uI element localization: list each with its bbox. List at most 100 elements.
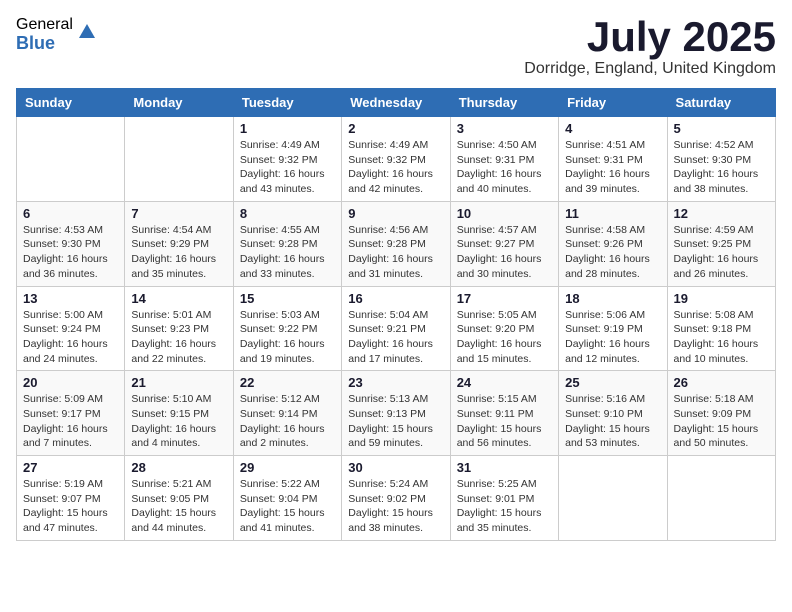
calendar-cell: 4 Sunrise: 4:51 AM Sunset: 9:31 PM Daylig…	[559, 117, 667, 202]
day-info: Sunrise: 4:49 AM Sunset: 9:32 PM Dayligh…	[240, 138, 335, 197]
day-info: Sunrise: 4:57 AM Sunset: 9:27 PM Dayligh…	[457, 223, 552, 282]
day-number: 7	[131, 206, 226, 221]
day-info: Sunrise: 5:12 AM Sunset: 9:14 PM Dayligh…	[240, 392, 335, 451]
calendar-cell: 22 Sunrise: 5:12 AM Sunset: 9:14 PM Dayli…	[233, 371, 341, 456]
day-info: Sunrise: 4:56 AM Sunset: 9:28 PM Dayligh…	[348, 223, 443, 282]
day-number: 22	[240, 375, 335, 390]
day-info: Sunrise: 5:00 AM Sunset: 9:24 PM Dayligh…	[23, 308, 118, 367]
calendar-cell: 28Sunrise: 5:21 AM Sunset: 9:05 PM Dayli…	[125, 456, 233, 541]
weekday-header-saturday: Saturday	[667, 89, 775, 117]
day-number: 15	[240, 291, 335, 306]
weekday-header-thursday: Thursday	[450, 89, 558, 117]
day-info: Sunrise: 4:58 AM Sunset: 9:26 PM Dayligh…	[565, 223, 660, 282]
day-number: 26	[674, 375, 769, 390]
day-number: 31	[457, 460, 552, 475]
day-number: 14	[131, 291, 226, 306]
day-info: Sunrise: 4:54 AM Sunset: 9:29 PM Dayligh…	[131, 223, 226, 282]
weekday-header-friday: Friday	[559, 89, 667, 117]
day-number: 27	[23, 460, 118, 475]
calendar-cell: 10Sunrise: 4:57 AM Sunset: 9:27 PM Dayli…	[450, 201, 558, 286]
day-info: Sunrise: 5:13 AM Sunset: 9:13 PM Dayligh…	[348, 392, 443, 451]
calendar-cell: 20Sunrise: 5:09 AM Sunset: 9:17 PM Dayli…	[17, 371, 125, 456]
day-number: 2	[348, 121, 443, 136]
calendar-cell: 19 Sunrise: 5:08 AM Sunset: 9:18 PM Dayli…	[667, 286, 775, 371]
day-info: Sunrise: 5:10 AM Sunset: 9:15 PM Dayligh…	[131, 392, 226, 451]
weekday-header-row: SundayMondayTuesdayWednesdayThursdayFrid…	[17, 89, 776, 117]
calendar-cell: 18 Sunrise: 5:06 AM Sunset: 9:19 PM Dayli…	[559, 286, 667, 371]
day-number: 21	[131, 375, 226, 390]
day-number: 9	[348, 206, 443, 221]
calendar-cell: 31 Sunrise: 5:25 AM Sunset: 9:01 PM Dayli…	[450, 456, 558, 541]
day-info: Sunrise: 5:06 AM Sunset: 9:19 PM Dayligh…	[565, 308, 660, 367]
calendar-cell: 30 Sunrise: 5:24 AM Sunset: 9:02 PM Dayli…	[342, 456, 450, 541]
weekday-header-wednesday: Wednesday	[342, 89, 450, 117]
day-number: 4	[565, 121, 660, 136]
logo: General Blue	[16, 16, 97, 53]
day-info: Sunrise: 4:55 AM Sunset: 9:28 PM Dayligh…	[240, 223, 335, 282]
day-number: 30	[348, 460, 443, 475]
day-info: Sunrise: 5:25 AM Sunset: 9:01 PM Dayligh…	[457, 477, 552, 536]
day-info: Sunrise: 5:05 AM Sunset: 9:20 PM Dayligh…	[457, 308, 552, 367]
day-number: 24	[457, 375, 552, 390]
day-number: 29	[240, 460, 335, 475]
calendar-cell: 27 Sunrise: 5:19 AM Sunset: 9:07 PM Dayli…	[17, 456, 125, 541]
location: Dorridge, England, United Kingdom	[524, 60, 776, 78]
logo-icon	[77, 20, 97, 40]
day-number: 16	[348, 291, 443, 306]
month-title: July 2025	[524, 16, 776, 58]
day-info: Sunrise: 4:50 AM Sunset: 9:31 PM Dayligh…	[457, 138, 552, 197]
calendar-cell: 5Sunrise: 4:52 AM Sunset: 9:30 PM Daylig…	[667, 117, 775, 202]
calendar-cell: 6 Sunrise: 4:53 AM Sunset: 9:30 PM Daylig…	[17, 201, 125, 286]
calendar-cell: 17 Sunrise: 5:05 AM Sunset: 9:20 PM Dayli…	[450, 286, 558, 371]
day-number: 8	[240, 206, 335, 221]
calendar-week-3: 13 Sunrise: 5:00 AM Sunset: 9:24 PM Dayli…	[17, 286, 776, 371]
weekday-header-sunday: Sunday	[17, 89, 125, 117]
day-number: 23	[348, 375, 443, 390]
calendar-cell: 2 Sunrise: 4:49 AM Sunset: 9:32 PM Daylig…	[342, 117, 450, 202]
day-info: Sunrise: 4:49 AM Sunset: 9:32 PM Dayligh…	[348, 138, 443, 197]
logo-text: General Blue	[16, 16, 73, 53]
calendar-cell: 23 Sunrise: 5:13 AM Sunset: 9:13 PM Dayli…	[342, 371, 450, 456]
day-info: Sunrise: 5:22 AM Sunset: 9:04 PM Dayligh…	[240, 477, 335, 536]
calendar-cell: 29 Sunrise: 5:22 AM Sunset: 9:04 PM Dayli…	[233, 456, 341, 541]
calendar-cell: 26Sunrise: 5:18 AM Sunset: 9:09 PM Dayli…	[667, 371, 775, 456]
calendar-cell: 3 Sunrise: 4:50 AM Sunset: 9:31 PM Daylig…	[450, 117, 558, 202]
calendar-cell: 16 Sunrise: 5:04 AM Sunset: 9:21 PM Dayli…	[342, 286, 450, 371]
calendar-cell: 14Sunrise: 5:01 AM Sunset: 9:23 PM Dayli…	[125, 286, 233, 371]
day-info: Sunrise: 4:53 AM Sunset: 9:30 PM Dayligh…	[23, 223, 118, 282]
day-info: Sunrise: 5:04 AM Sunset: 9:21 PM Dayligh…	[348, 308, 443, 367]
day-info: Sunrise: 5:08 AM Sunset: 9:18 PM Dayligh…	[674, 308, 769, 367]
calendar-cell: 1Sunrise: 4:49 AM Sunset: 9:32 PM Daylig…	[233, 117, 341, 202]
calendar-table: SundayMondayTuesdayWednesdayThursdayFrid…	[16, 88, 776, 541]
day-info: Sunrise: 5:16 AM Sunset: 9:10 PM Dayligh…	[565, 392, 660, 451]
day-number: 25	[565, 375, 660, 390]
calendar-cell	[125, 117, 233, 202]
day-number: 12	[674, 206, 769, 221]
page-header: General Blue July 2025 Dorridge, England…	[16, 16, 776, 78]
day-info: Sunrise: 4:51 AM Sunset: 9:31 PM Dayligh…	[565, 138, 660, 197]
day-number: 19	[674, 291, 769, 306]
calendar-cell	[559, 456, 667, 541]
day-number: 20	[23, 375, 118, 390]
day-number: 6	[23, 206, 118, 221]
calendar-cell: 9 Sunrise: 4:56 AM Sunset: 9:28 PM Daylig…	[342, 201, 450, 286]
calendar-cell: 8 Sunrise: 4:55 AM Sunset: 9:28 PM Daylig…	[233, 201, 341, 286]
day-number: 28	[131, 460, 226, 475]
day-number: 5	[674, 121, 769, 136]
calendar-cell: 21 Sunrise: 5:10 AM Sunset: 9:15 PM Dayli…	[125, 371, 233, 456]
title-block: July 2025 Dorridge, England, United King…	[524, 16, 776, 78]
day-info: Sunrise: 5:19 AM Sunset: 9:07 PM Dayligh…	[23, 477, 118, 536]
day-number: 17	[457, 291, 552, 306]
logo-general: General	[16, 16, 73, 34]
weekday-header-monday: Monday	[125, 89, 233, 117]
day-info: Sunrise: 4:59 AM Sunset: 9:25 PM Dayligh…	[674, 223, 769, 282]
day-info: Sunrise: 5:03 AM Sunset: 9:22 PM Dayligh…	[240, 308, 335, 367]
day-number: 3	[457, 121, 552, 136]
day-info: Sunrise: 5:24 AM Sunset: 9:02 PM Dayligh…	[348, 477, 443, 536]
day-info: Sunrise: 5:15 AM Sunset: 9:11 PM Dayligh…	[457, 392, 552, 451]
calendar-week-5: 27 Sunrise: 5:19 AM Sunset: 9:07 PM Dayli…	[17, 456, 776, 541]
day-number: 18	[565, 291, 660, 306]
calendar-week-2: 6 Sunrise: 4:53 AM Sunset: 9:30 PM Daylig…	[17, 201, 776, 286]
day-number: 13	[23, 291, 118, 306]
calendar-cell: 7 Sunrise: 4:54 AM Sunset: 9:29 PM Daylig…	[125, 201, 233, 286]
